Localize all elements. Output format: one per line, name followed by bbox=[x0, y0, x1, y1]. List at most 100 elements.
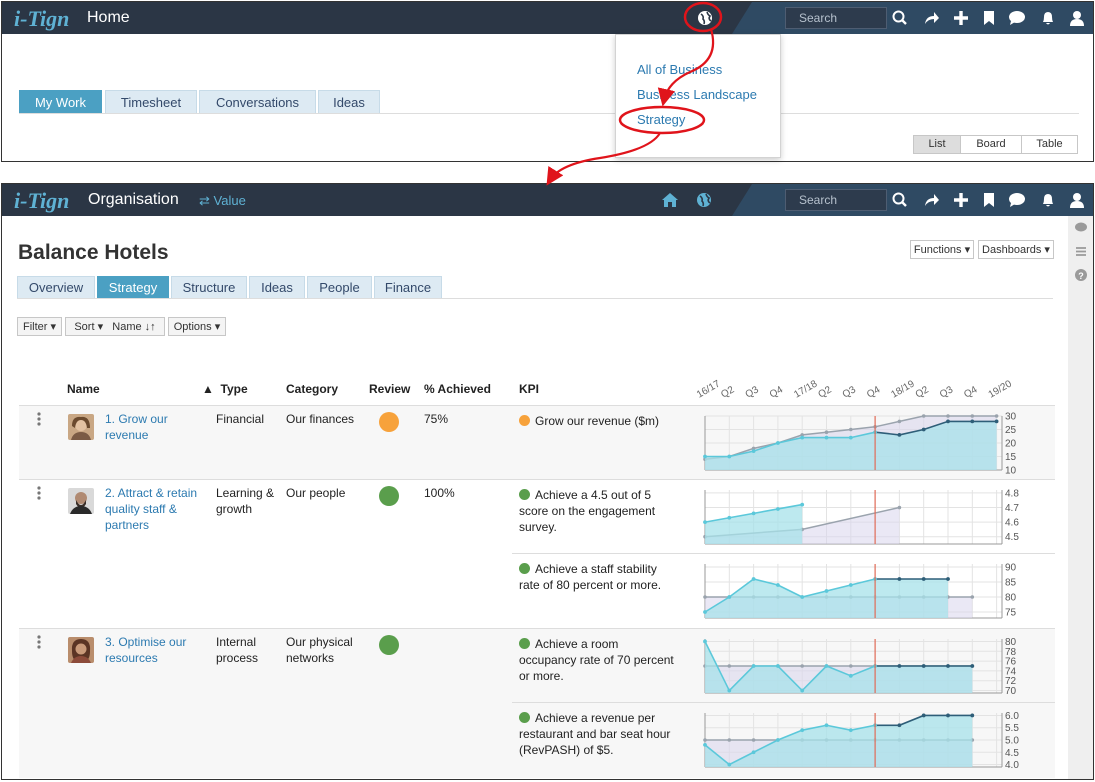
add-icon[interactable] bbox=[952, 9, 970, 27]
target-point bbox=[970, 414, 975, 418]
bell-icon[interactable] bbox=[1039, 9, 1057, 27]
target-point bbox=[800, 664, 804, 668]
globe-icon[interactable] bbox=[695, 191, 713, 209]
kpi-label[interactable]: Achieve a 4.5 out of 5 score on the enga… bbox=[519, 487, 674, 535]
review-status-dot[interactable] bbox=[379, 412, 399, 432]
tab-strategy[interactable]: Strategy bbox=[97, 276, 169, 299]
search-input[interactable]: Search bbox=[785, 189, 887, 211]
bookmark-icon[interactable] bbox=[980, 9, 998, 27]
target-point bbox=[703, 595, 707, 599]
actual-point bbox=[946, 577, 950, 581]
tab-ideas[interactable]: Ideas bbox=[318, 90, 380, 114]
kpi-label[interactable]: Grow our revenue ($m) bbox=[519, 413, 694, 429]
globe-icon[interactable] bbox=[696, 9, 714, 27]
user-icon[interactable] bbox=[1068, 191, 1086, 209]
tab-timesheet[interactable]: Timesheet bbox=[105, 90, 197, 114]
owner-avatar[interactable] bbox=[68, 637, 94, 663]
owner-avatar[interactable] bbox=[68, 414, 94, 440]
actual-point bbox=[921, 713, 926, 718]
bell-icon[interactable] bbox=[1039, 191, 1057, 209]
tab-my-work[interactable]: My Work bbox=[19, 90, 102, 114]
actual-point bbox=[703, 454, 707, 459]
view-board-button[interactable]: Board bbox=[960, 135, 1022, 154]
options-button[interactable]: Options ▾ bbox=[168, 317, 226, 336]
actual-point bbox=[703, 743, 707, 747]
kpi-status-dot bbox=[519, 489, 530, 500]
tab-structure[interactable]: Structure bbox=[171, 276, 247, 299]
owner-avatar[interactable] bbox=[68, 488, 94, 514]
col-achieved[interactable]: % Achieved bbox=[424, 382, 491, 396]
sort-by-label: Name bbox=[112, 321, 142, 333]
kpi-chart[interactable]: 90 85 80 75 bbox=[692, 558, 1022, 624]
value-link[interactable]: ⇄ Value bbox=[199, 193, 246, 209]
target-point bbox=[994, 414, 999, 418]
kpi-chart[interactable]: 4.8 4.7 4.6 4.5 bbox=[692, 484, 1022, 550]
search-icon[interactable] bbox=[891, 191, 909, 209]
view-list-button[interactable]: List bbox=[913, 135, 961, 154]
row-menu-icon[interactable] bbox=[36, 634, 42, 650]
sort-button[interactable]: Sort ▾ Name ↓↑ bbox=[65, 317, 165, 336]
menu-item-business-landscape[interactable]: Business Landscape bbox=[637, 87, 757, 103]
actual-point bbox=[800, 688, 805, 693]
objective-category: Our physical networks bbox=[286, 635, 353, 665]
axis-tick-label: 25 bbox=[1005, 425, 1017, 436]
add-icon[interactable] bbox=[952, 191, 970, 209]
col-review[interactable]: Review bbox=[369, 382, 410, 396]
review-status-dot[interactable] bbox=[379, 635, 399, 655]
menu-item-strategy[interactable]: Strategy bbox=[637, 112, 685, 128]
objective-name[interactable]: 1. Grow our revenue bbox=[105, 411, 200, 443]
search-icon[interactable] bbox=[891, 9, 909, 27]
actual-point bbox=[946, 664, 950, 668]
target-point bbox=[849, 664, 853, 668]
app-logo[interactable]: i-Tign bbox=[14, 6, 69, 32]
col-kpi[interactable]: KPI bbox=[519, 382, 539, 396]
tab-people[interactable]: People bbox=[307, 276, 372, 299]
share-icon[interactable] bbox=[922, 191, 940, 209]
search-input[interactable]: Search bbox=[785, 7, 887, 29]
kpi-chart[interactable]: 6.05.5 5.04.54.0 bbox=[692, 707, 1022, 773]
axis-tick-label: 5.5 bbox=[1005, 723, 1019, 734]
kpi-chart[interactable]: 30 25 20 15 10 bbox=[692, 410, 1022, 476]
kpi-label[interactable]: Achieve a revenue per restaurant and bar… bbox=[519, 710, 679, 758]
tab-ideas[interactable]: Ideas bbox=[249, 276, 305, 299]
tab-finance[interactable]: Finance bbox=[374, 276, 442, 299]
bookmark-icon[interactable] bbox=[980, 191, 998, 209]
timeline-label: Q2 bbox=[719, 384, 736, 400]
axis-tick-label: 4.6 bbox=[1005, 518, 1019, 529]
user-icon[interactable] bbox=[1068, 9, 1086, 27]
kpi-label[interactable]: Achieve a staff stability rate of 80 per… bbox=[519, 561, 674, 593]
tab-conversations[interactable]: Conversations bbox=[199, 90, 316, 114]
tabs-divider bbox=[19, 113, 1079, 114]
tab-overview[interactable]: Overview bbox=[17, 276, 95, 299]
objective-name[interactable]: 2. Attract & retain quality staff & part… bbox=[105, 485, 205, 533]
home-icon[interactable] bbox=[661, 191, 679, 209]
functions-button[interactable]: Functions ▾ bbox=[910, 240, 974, 259]
row-menu-icon[interactable] bbox=[36, 411, 42, 427]
view-table-button[interactable]: Table bbox=[1021, 135, 1078, 154]
col-type-label: Type bbox=[220, 382, 248, 396]
col-type[interactable]: ▲ Type bbox=[202, 382, 248, 396]
kpi-text: Achieve a revenue per restaurant and bar… bbox=[519, 711, 671, 757]
chat-icon[interactable] bbox=[1008, 191, 1026, 209]
actual-point bbox=[921, 664, 926, 668]
actual-point bbox=[727, 454, 732, 459]
filter-button[interactable]: Filter ▾ bbox=[17, 317, 62, 336]
timeline-label: Q4 bbox=[865, 384, 882, 400]
kpi-chart[interactable]: 807876747270 bbox=[692, 633, 1022, 699]
app-logo[interactable]: i-Tign bbox=[14, 188, 69, 214]
share-icon[interactable] bbox=[922, 9, 940, 27]
col-name[interactable]: Name bbox=[67, 382, 100, 396]
kpi-label[interactable]: Achieve a room occupancy rate of 70 perc… bbox=[519, 636, 674, 684]
actual-point bbox=[897, 723, 902, 728]
review-status-dot[interactable] bbox=[379, 486, 399, 506]
row-menu-icon[interactable] bbox=[36, 485, 42, 501]
org-heading: Balance Hotels bbox=[18, 241, 169, 264]
timeline-label: Q3 bbox=[841, 384, 858, 400]
menu-item-all-of-business[interactable]: All of Business bbox=[637, 62, 722, 78]
globe-dropdown: All of Business Business Landscape Strat… bbox=[615, 34, 781, 158]
objective-name[interactable]: 3. Optimise our resources bbox=[105, 634, 200, 666]
chat-icon[interactable] bbox=[1008, 9, 1026, 27]
dashboards-button[interactable]: Dashboards ▾ bbox=[978, 240, 1054, 259]
axis-tick-label: 6.0 bbox=[1005, 711, 1019, 722]
col-category[interactable]: Category bbox=[286, 382, 338, 396]
